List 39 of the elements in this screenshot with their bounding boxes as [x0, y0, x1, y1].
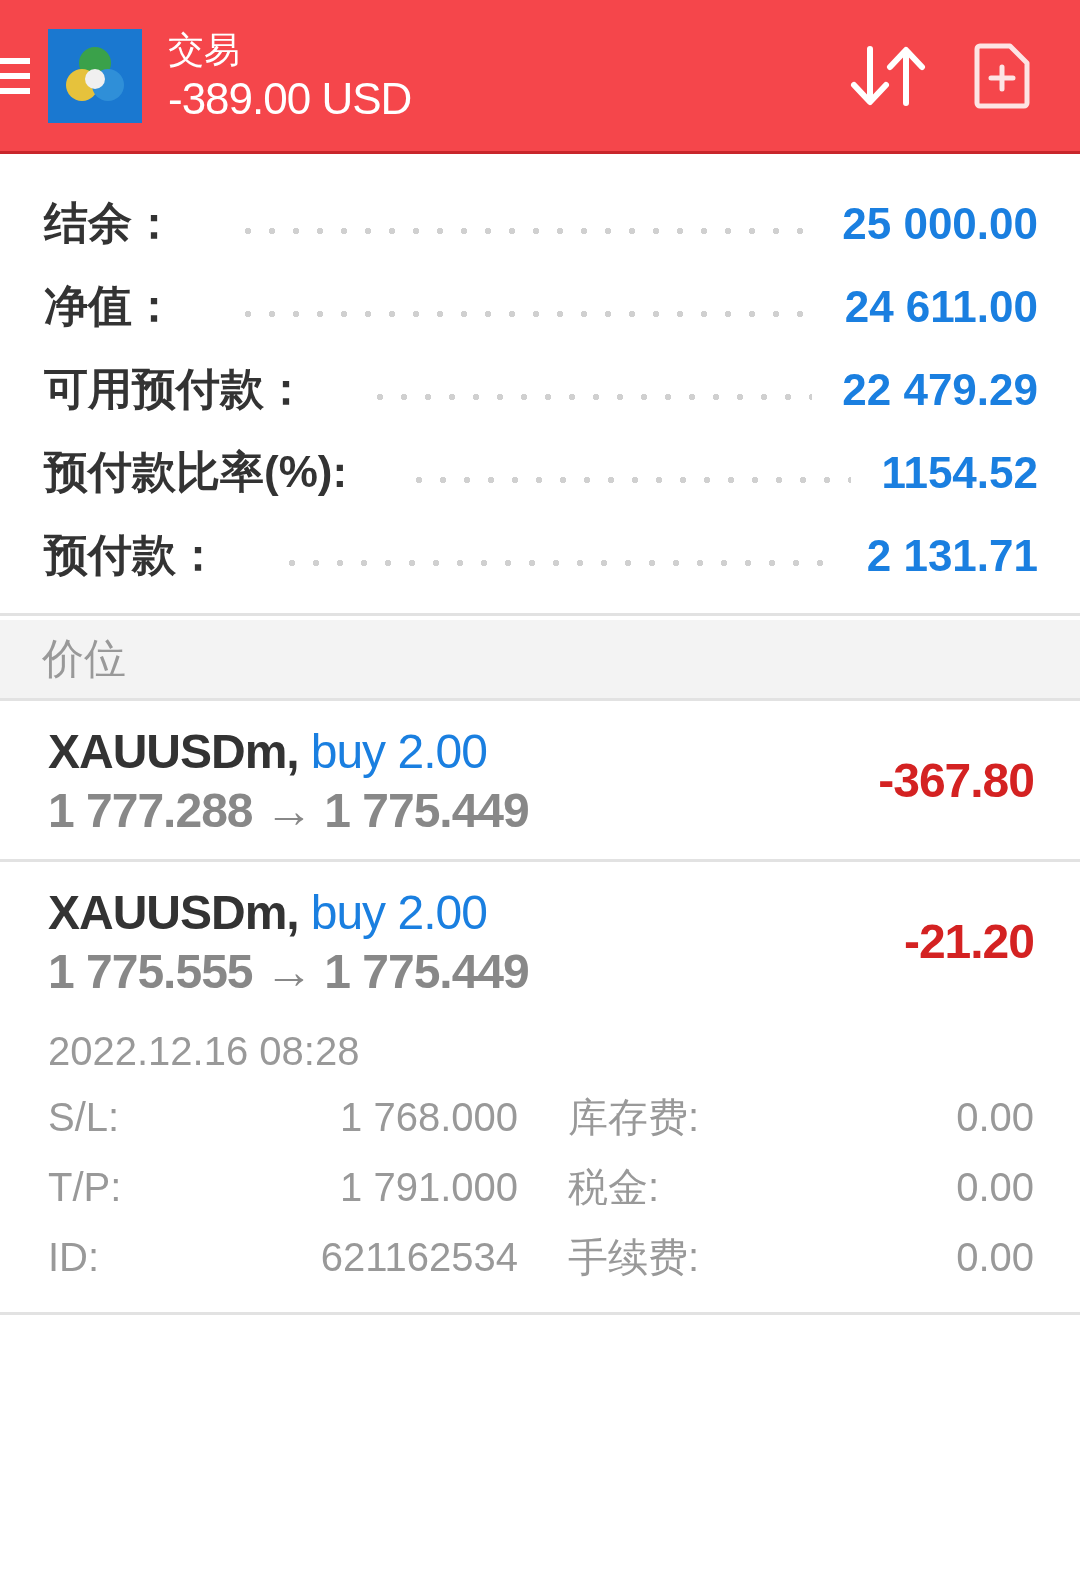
position-row[interactable]: XAUUSDm, buy 2.00 1 777.288 → 1 775.449 -367.80: [0, 701, 1080, 862]
detail-value: 1 791.000: [339, 1164, 518, 1211]
order-type: buy 2.00: [310, 885, 487, 941]
detail-label: T/P:: [48, 1164, 123, 1211]
price-change: 1 777.288 → 1 775.449: [48, 783, 530, 839]
summary-label: 结余：: [44, 197, 176, 249]
summary-label: 可用预付款：: [44, 363, 308, 415]
summary-label: 预付款比率(%):: [44, 446, 348, 498]
open-time: 2022.12.16 08:28: [48, 1028, 361, 1075]
detail-label: 税金:: [567, 1164, 661, 1211]
detail-label: S/L:: [48, 1094, 121, 1141]
profit-value: -21.20: [903, 913, 1034, 969]
section-title: 价位: [42, 634, 126, 684]
detail-label: 库存费:: [567, 1094, 701, 1141]
summary-label: 净值：: [44, 280, 176, 332]
account-profit: -389.00 USD: [168, 72, 413, 125]
detail-label: 手续费:: [567, 1234, 701, 1281]
detail-value: 621162534: [319, 1234, 518, 1281]
order-type: buy 2.00: [310, 724, 487, 780]
detail-value: 1 768.000: [339, 1094, 518, 1141]
profit-value: -367.80: [878, 752, 1034, 808]
detail-value: 0.00: [955, 1164, 1034, 1211]
price-change: 1 775.555 → 1 775.449: [48, 944, 530, 1000]
summary-value: 2 131.71: [866, 530, 1038, 581]
app-logo-icon: [48, 28, 142, 123]
summary-value: 1154.52: [881, 447, 1038, 498]
summary-label: 预付款：: [44, 529, 220, 581]
sort-icon[interactable]: [850, 44, 926, 107]
new-document-icon[interactable]: [974, 42, 1030, 109]
summary-value: 22 479.29: [842, 364, 1038, 415]
detail-label: ID:: [48, 1234, 101, 1281]
detail-value: 0.00: [955, 1234, 1034, 1281]
screen-title: 交易: [168, 27, 241, 72]
summary-value: 25 000.00: [842, 198, 1038, 249]
position-row[interactable]: XAUUSDm, buy 2.00 1 775.555 → 1 775.449 -21.20 2022.12.16 08:28 S/L: 1 768.000 库存费: 0.00 T/P: 1 791.000 税金: 0.00 ID: 621162534 手续费: 0.00: [0, 862, 1080, 1315]
detail-value: 0.00: [955, 1094, 1034, 1141]
summary-value: 24 611.00: [844, 281, 1038, 332]
symbol-text: XAUUSDm,: [48, 885, 299, 941]
symbol-text: XAUUSDm,: [48, 724, 299, 780]
